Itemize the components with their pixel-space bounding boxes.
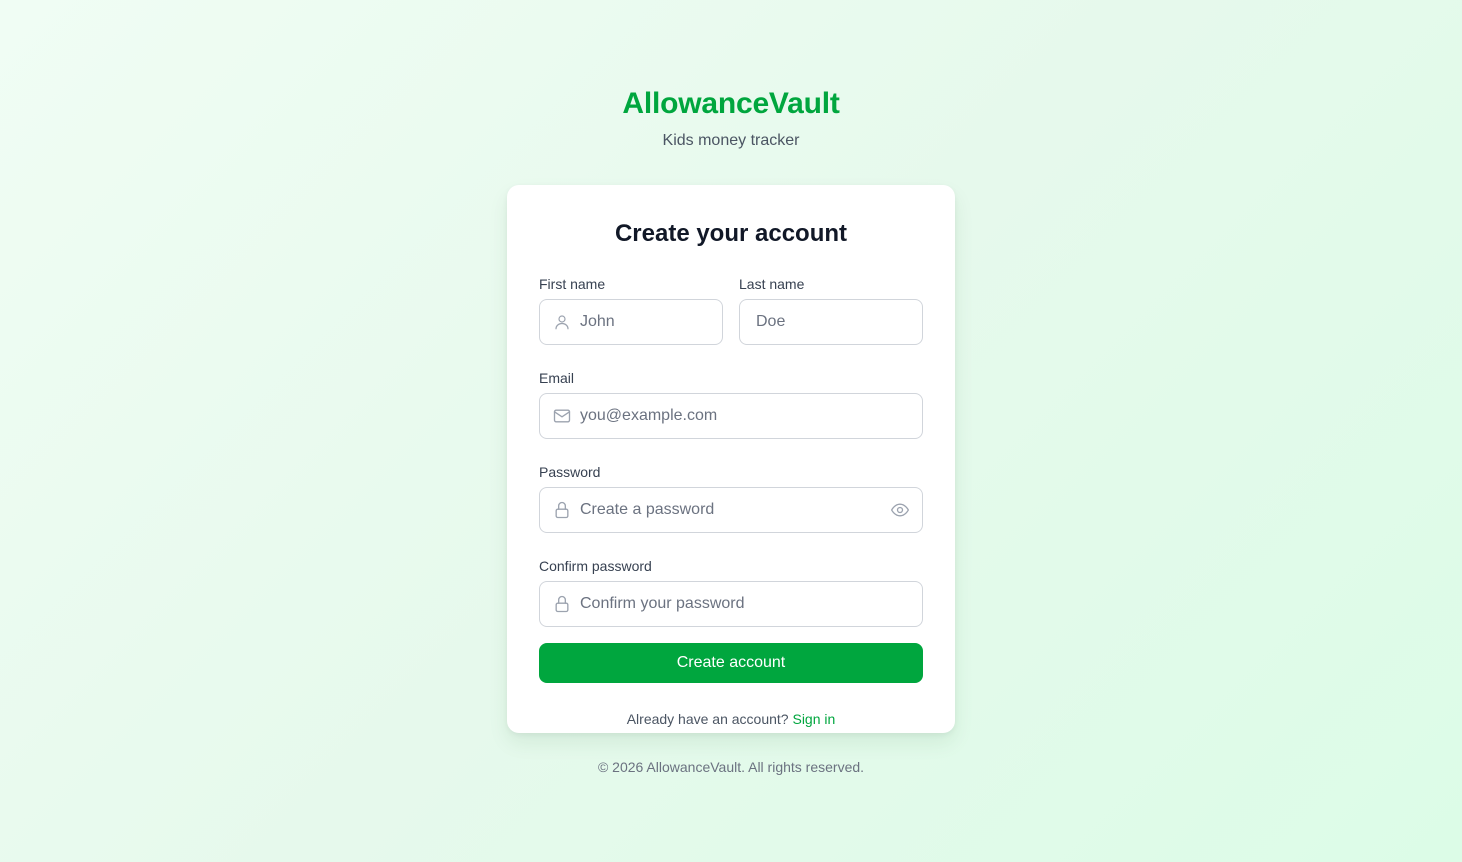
- last-name-input[interactable]: [740, 300, 922, 344]
- mail-icon: [552, 406, 572, 426]
- first-name-input-wrap: [539, 299, 723, 345]
- eye-icon[interactable]: [888, 498, 912, 522]
- email-input[interactable]: [540, 394, 922, 438]
- confirm-password-label: Confirm password: [539, 558, 652, 574]
- first-name-label: First name: [539, 276, 606, 292]
- email-field: Email: [539, 369, 923, 439]
- confirm-password-input-wrap: [539, 581, 923, 627]
- user-icon: [552, 312, 572, 332]
- create-account-button[interactable]: Create account: [539, 643, 923, 683]
- password-input[interactable]: [540, 488, 922, 532]
- email-label: Email: [539, 370, 575, 386]
- name-row: First name Last name: [539, 275, 923, 345]
- email-input-wrap: [539, 393, 923, 439]
- password-field: Password: [539, 463, 923, 533]
- last-name-label: Last name: [739, 276, 805, 292]
- signin-prompt-line: Already have an account? Sign in: [539, 709, 923, 729]
- lock-icon: [552, 500, 572, 520]
- app-subtitle: Kids money tracker: [662, 132, 800, 149]
- first-name-field: First name: [539, 275, 723, 345]
- brand-header: AllowanceVault Kids money tracker: [0, 84, 1462, 152]
- app-title: AllowanceVault: [622, 87, 840, 120]
- confirm-password-field: Confirm password: [539, 557, 923, 627]
- confirm-password-input[interactable]: [540, 582, 922, 626]
- password-input-wrap: [539, 487, 923, 533]
- form-title: Create your account: [614, 220, 848, 247]
- signin-prompt-text: Already have an account?: [626, 711, 793, 727]
- footer-copyright: © 2026 AllowanceVault. All rights reserv…: [597, 759, 865, 775]
- signin-link[interactable]: Sign in: [792, 711, 835, 727]
- last-name-field: Last name: [739, 275, 923, 345]
- last-name-input-wrap: [739, 299, 923, 345]
- password-label: Password: [539, 464, 601, 480]
- lock-icon: [552, 594, 572, 614]
- signup-card: Create your account First name Last name: [507, 185, 955, 733]
